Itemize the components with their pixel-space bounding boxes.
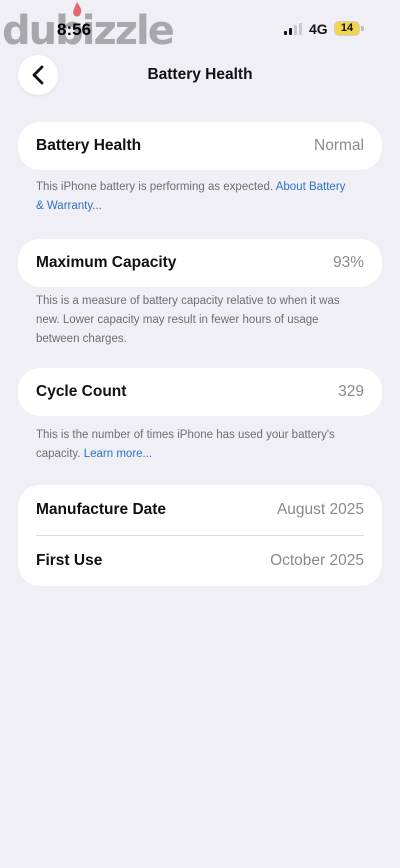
cycle-count-label: Cycle Count [36,383,127,400]
flame-icon [73,2,82,17]
maximum-capacity-note: This is a measure of battery capacity re… [36,295,340,345]
learn-more-link[interactable]: Learn more... [84,448,152,460]
cycle-count-row: Cycle Count 329 [18,368,382,416]
cycle-count-value: 329 [338,383,364,400]
maximum-capacity-row: Maximum Capacity 93% [18,239,382,287]
cycle-count-card: Cycle Count 329 [18,368,382,416]
maximum-capacity-card: Maximum Capacity 93% [18,239,382,287]
battery-health-card[interactable]: Battery Health Normal [18,122,382,170]
dates-card: Manufacture Date August 2025 First Use O… [18,485,382,586]
chevron-left-icon [32,65,44,85]
battery-health-note: This iPhone battery is performing as exp… [36,178,356,216]
network-type: 4G [309,21,328,37]
battery-icon: 14 [334,21,360,36]
page-title: Battery Health [147,66,253,83]
first-use-value: October 2025 [270,552,364,569]
battery-health-label: Battery Health [36,137,142,154]
back-button[interactable] [18,55,58,95]
cellular-signal-icon [284,23,304,35]
cycle-count-note: This is the number of times iPhone has u… [36,426,356,464]
manufacture-date-value: August 2025 [276,501,364,518]
cycle-count-note-text: This is the number of times iPhone has u… [36,429,335,460]
battery-health-note-text: This iPhone battery is performing as exp… [36,181,276,193]
maximum-capacity-label: Maximum Capacity [36,254,177,271]
manufacture-date-label: Manufacture Date [36,501,167,518]
battery-tip [361,26,364,31]
first-use-row: First Use October 2025 [18,536,382,586]
maximum-capacity-value: 93% [332,254,364,271]
first-use-label: First Use [36,552,103,569]
battery-health-value: Normal [314,137,364,154]
status-bar: dubizzle 8:56 4G 14 [0,0,400,60]
status-time: 8:56 [57,20,92,39]
battery-health-row[interactable]: Battery Health Normal [18,122,382,170]
manufacture-date-row: Manufacture Date August 2025 [18,485,382,535]
